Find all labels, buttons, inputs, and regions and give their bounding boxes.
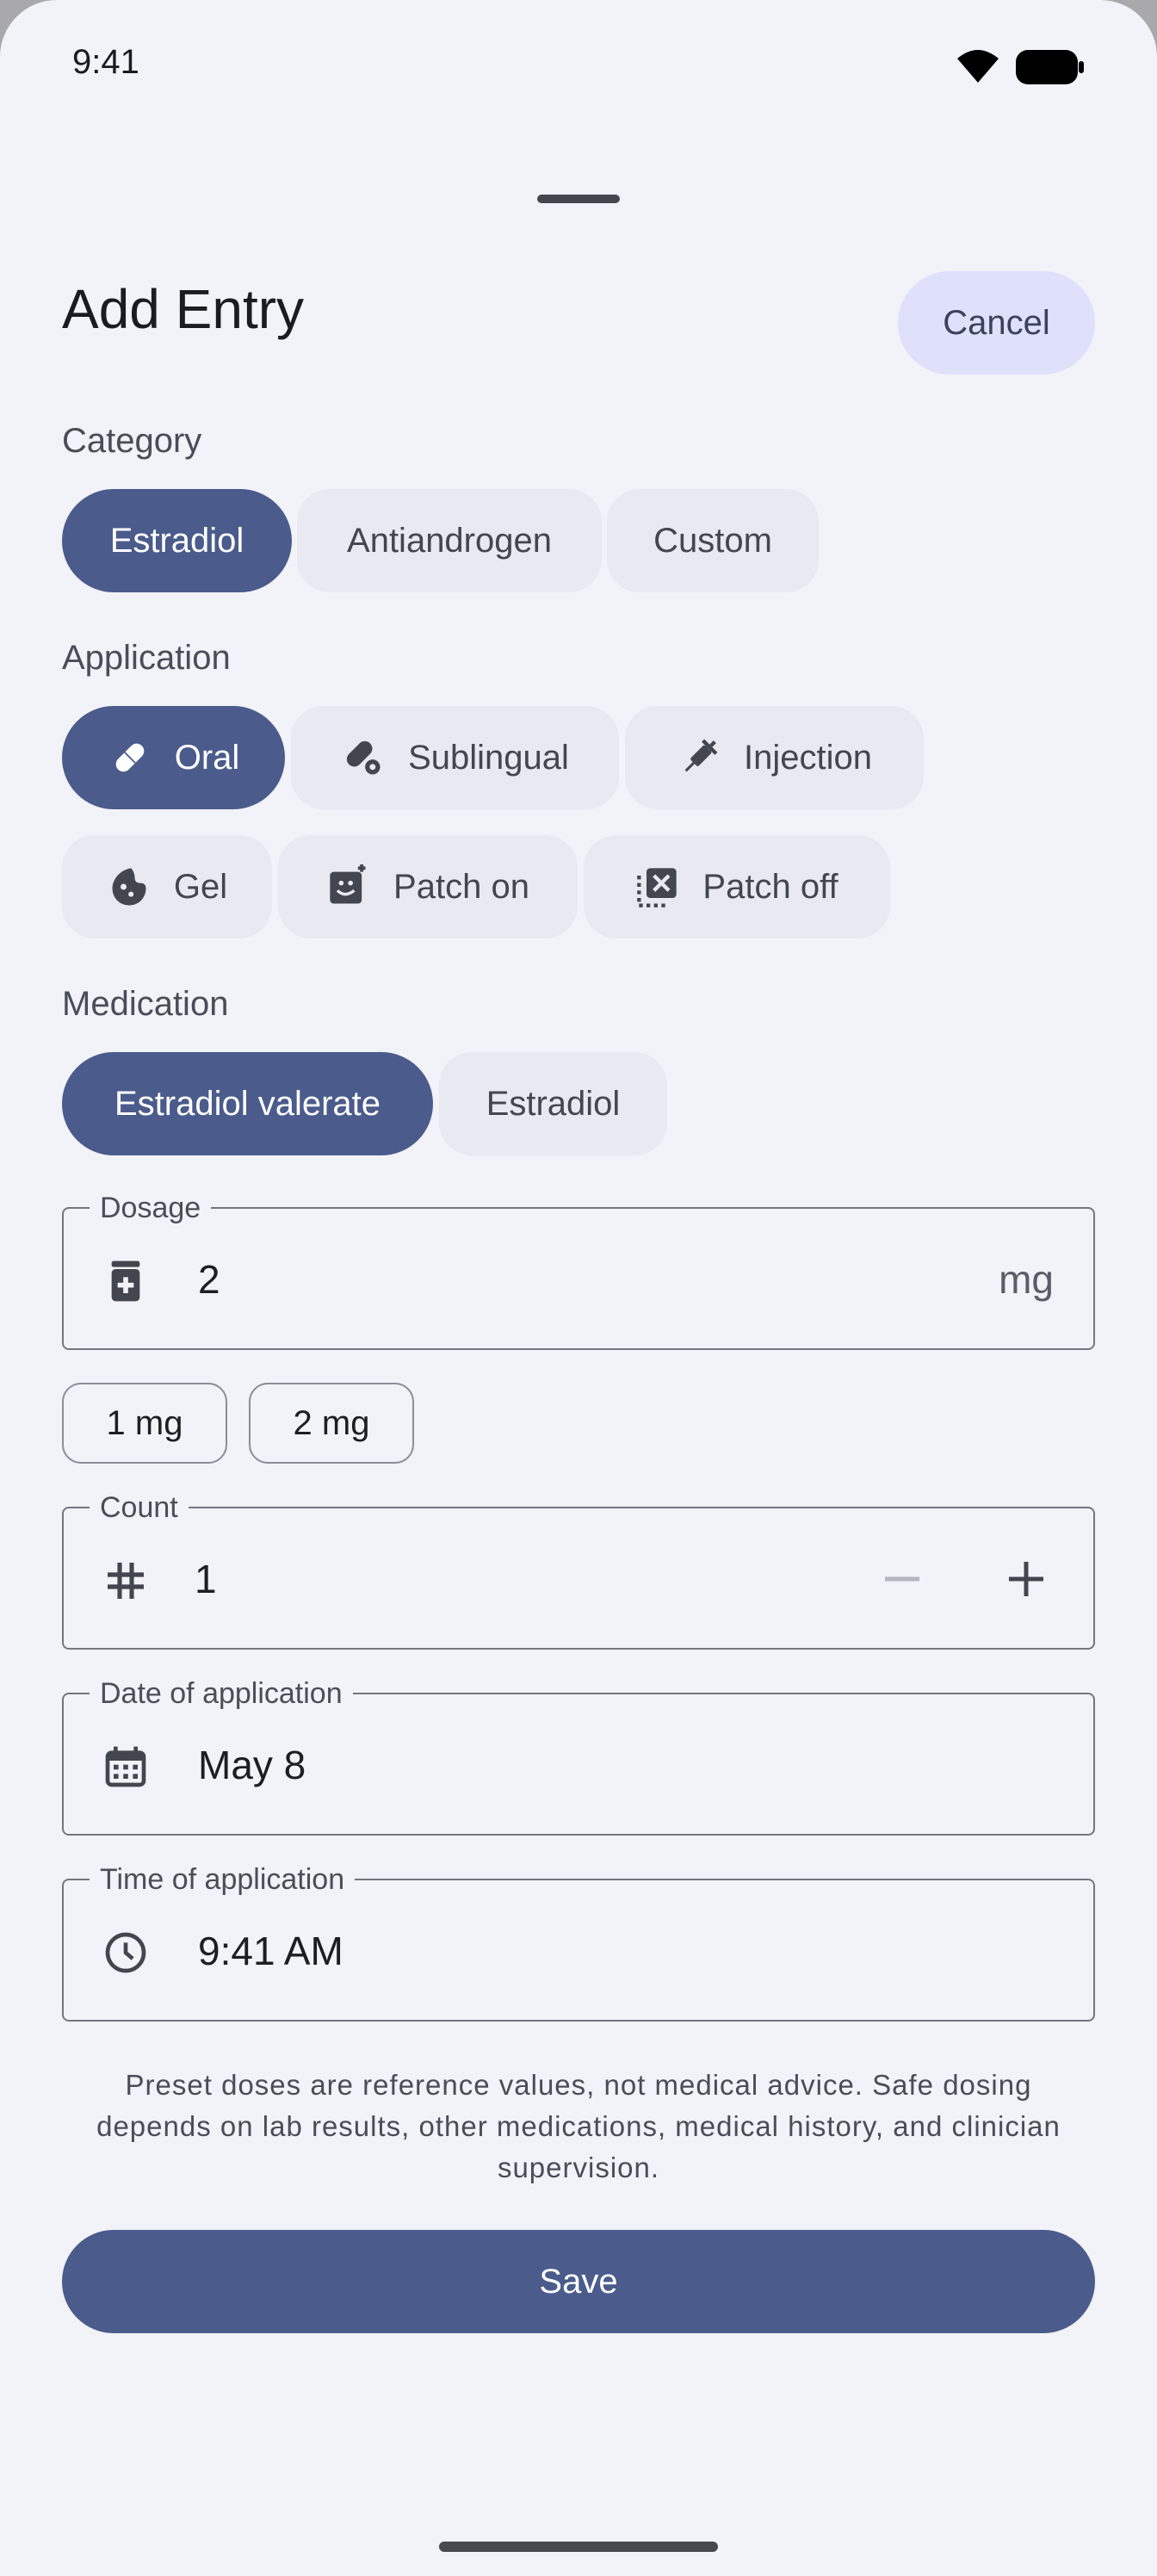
- patch-on-icon: [326, 864, 371, 909]
- time-label: Time of application: [90, 1864, 356, 1895]
- status-bar: 9:41: [0, 0, 1157, 129]
- chip-label: Antiandrogen: [347, 521, 552, 560]
- chip-label: Injection: [744, 738, 872, 777]
- disclaimer-text: Preset doses are reference values, not m…: [96, 2069, 1061, 2183]
- battery-icon: [1016, 50, 1084, 84]
- screen: 9:41 Add Entry Cancel Category Estradiol…: [0, 0, 1157, 2576]
- patch-off-icon: [635, 864, 680, 909]
- count-field[interactable]: Count 1: [62, 1492, 1095, 1650]
- chip-category-custom[interactable]: Custom: [607, 489, 819, 592]
- wifi-icon: [957, 50, 999, 83]
- chip-label: Estradiol valerate: [114, 1084, 381, 1123]
- date-field[interactable]: Date of application May 8: [62, 1678, 1095, 1836]
- medication-icon: [111, 1260, 140, 1302]
- save-button[interactable]: Save: [62, 2230, 1095, 2333]
- chip-application-oral[interactable]: Oral: [62, 706, 285, 809]
- chip-label: Sublingual: [408, 738, 569, 777]
- time-input[interactable]: 9:41 AM: [198, 1928, 343, 1974]
- count-input[interactable]: 1: [195, 1556, 217, 1602]
- chip-category-estradiol[interactable]: Estradiol: [62, 489, 292, 592]
- chip-application-sublingual[interactable]: Sublingual: [291, 706, 619, 809]
- sublingual-icon: [341, 735, 386, 780]
- drag-handle[interactable]: [537, 195, 620, 203]
- preset-2mg-button[interactable]: 2 mg: [249, 1383, 414, 1464]
- category-label: Category: [62, 422, 202, 460]
- dosage-unit: mg: [999, 1257, 1054, 1302]
- chip-application-patch-on[interactable]: Patch on: [278, 835, 578, 938]
- chip-label: Patch off: [702, 867, 838, 906]
- chip-medication-estradiol[interactable]: Estradiol: [439, 1052, 667, 1155]
- status-time: 9:41: [72, 43, 139, 81]
- decrement-icon[interactable]: [876, 1553, 928, 1605]
- chip-label: Gel: [173, 867, 228, 906]
- page-title: Add Entry: [62, 278, 305, 340]
- date-label: Date of application: [90, 1678, 353, 1709]
- count-label: Count: [90, 1492, 189, 1523]
- chip-label: Patch on: [393, 867, 529, 906]
- clock-icon: [105, 1932, 146, 1973]
- increment-icon[interactable]: [1000, 1553, 1052, 1605]
- syringe-icon: [677, 735, 721, 780]
- cancel-button[interactable]: Cancel: [898, 271, 1095, 375]
- chip-application-injection[interactable]: Injection: [625, 706, 924, 809]
- chip-application-gel[interactable]: Gel: [62, 835, 272, 938]
- time-field[interactable]: Time of application 9:41 AM: [62, 1864, 1095, 2022]
- pill-icon: [108, 735, 152, 780]
- hash-icon: [108, 1563, 144, 1599]
- chip-category-antiandrogen[interactable]: Antiandrogen: [297, 489, 602, 592]
- home-indicator[interactable]: [439, 2542, 718, 2552]
- chip-label: Estradiol: [486, 1084, 621, 1123]
- preset-1mg-button[interactable]: 1 mg: [62, 1383, 227, 1464]
- chip-application-patch-off[interactable]: Patch off: [584, 835, 890, 938]
- dosage-label: Dosage: [90, 1192, 212, 1223]
- chip-label: Custom: [653, 521, 772, 560]
- gel-icon: [107, 864, 152, 909]
- calendar-icon: [105, 1746, 146, 1787]
- medication-label: Medication: [62, 985, 229, 1023]
- chip-label: Estradiol: [109, 521, 244, 560]
- application-label: Application: [62, 639, 231, 677]
- chip-medication-estradiol-valerate[interactable]: Estradiol valerate: [62, 1052, 433, 1155]
- dosage-input[interactable]: 2: [198, 1256, 220, 1303]
- chip-label: Oral: [174, 738, 240, 777]
- date-input[interactable]: May 8: [198, 1742, 306, 1788]
- dosage-field[interactable]: Dosage 2 mg: [62, 1192, 1095, 1350]
